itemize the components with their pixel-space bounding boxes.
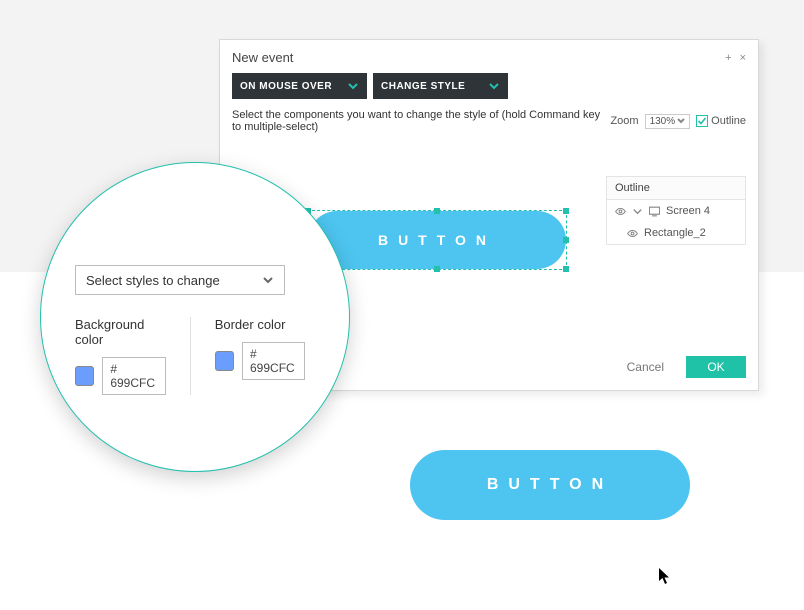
action-select[interactable]: CHANGE STYLE (373, 73, 508, 99)
chevron-down-icon (347, 80, 359, 92)
eye-icon (627, 228, 638, 239)
trigger-select-label: ON MOUSE OVER (240, 81, 332, 92)
color-swatch[interactable] (215, 351, 234, 371)
cursor-icon (658, 567, 672, 590)
screen-icon (649, 206, 660, 217)
resize-handle[interactable] (434, 266, 440, 272)
window-close-icon[interactable]: × (740, 52, 746, 64)
chevron-down-icon (632, 206, 643, 217)
background-color-label: Background color (75, 317, 166, 347)
border-color-label: Border color (215, 317, 306, 332)
color-swatch[interactable] (75, 366, 94, 386)
cancel-button[interactable]: Cancel (621, 359, 670, 375)
ok-button[interactable]: OK (686, 356, 746, 378)
resize-handle[interactable] (563, 266, 569, 272)
preview-button-label: BUTTON (487, 476, 613, 494)
outline-panel-title: Outline (607, 177, 745, 200)
magnifier-lens: Select styles to change Background color… (40, 162, 350, 472)
window-maximize-icon[interactable]: + (725, 52, 731, 64)
component-button[interactable]: BUTTON (308, 211, 566, 269)
resize-handle[interactable] (563, 237, 569, 243)
outline-panel: Outline Screen 4 Rectangle_2 (606, 176, 746, 245)
zoom-value: 130% (650, 116, 676, 127)
chevron-down-icon (677, 117, 685, 125)
styles-select-label: Select styles to change (86, 273, 220, 288)
zoom-label: Zoom (610, 115, 638, 127)
outline-row[interactable]: Screen 4 (607, 200, 745, 222)
outline-row[interactable]: Rectangle_2 (607, 222, 745, 244)
dialog-title: New event (232, 50, 293, 65)
outline-item-label: Screen 4 (666, 205, 710, 217)
trigger-select[interactable]: ON MOUSE OVER (232, 73, 367, 99)
outline-item-label: Rectangle_2 (644, 227, 706, 239)
resize-handle[interactable] (563, 208, 569, 214)
background-hex-input[interactable]: # 699CFC (102, 357, 165, 395)
border-color-group: Border color # 699CFC (190, 317, 330, 395)
chevron-down-icon (262, 274, 274, 286)
zoom-input[interactable]: 130% (645, 114, 691, 129)
styles-select[interactable]: Select styles to change (75, 265, 285, 295)
component-button-label: BUTTON (378, 232, 496, 248)
resize-handle[interactable] (434, 208, 440, 214)
preview-button[interactable]: BUTTON (410, 450, 690, 520)
outline-checkbox[interactable]: Outline (696, 115, 746, 127)
action-select-label: CHANGE STYLE (381, 81, 465, 92)
instruction-text: Select the components you want to change… (232, 109, 610, 133)
border-hex-input[interactable]: # 699CFC (242, 342, 305, 380)
background-color-group: Background color # 699CFC (75, 317, 190, 395)
outline-checkbox-label: Outline (711, 115, 746, 127)
checkbox-checked-icon (696, 115, 708, 127)
selected-component[interactable]: BUTTON (307, 210, 567, 270)
eye-icon (615, 206, 626, 217)
chevron-down-icon (488, 80, 500, 92)
